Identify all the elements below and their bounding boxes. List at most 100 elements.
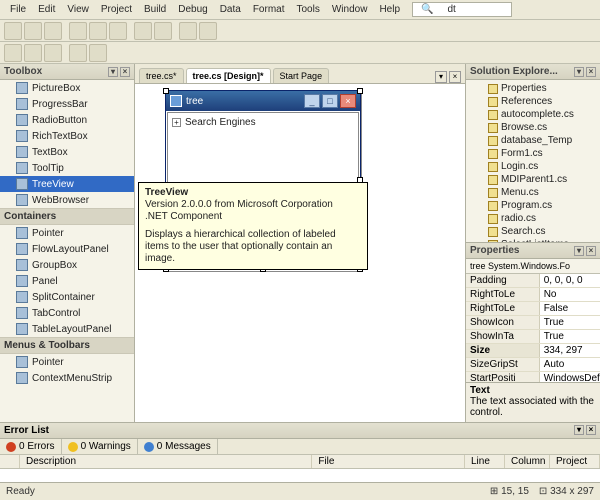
col-file[interactable]: File bbox=[312, 455, 465, 468]
paste-button[interactable] bbox=[109, 22, 127, 40]
toolbox-item-groupbox[interactable]: GroupBox bbox=[0, 257, 134, 273]
menu-data[interactable]: Data bbox=[214, 2, 247, 17]
property-row[interactable]: ShowInTaTrue bbox=[466, 330, 600, 344]
run-button[interactable] bbox=[179, 22, 197, 40]
toolbox-item-treeview[interactable]: TreeView bbox=[0, 176, 134, 192]
toolbox-item-progressbar[interactable]: ProgressBar bbox=[0, 96, 134, 112]
pin-icon[interactable]: ▾ bbox=[574, 246, 584, 256]
col-column[interactable]: Column bbox=[505, 455, 550, 468]
toolbox-category-menus[interactable]: Menus & Toolbars bbox=[0, 337, 134, 354]
solution-item[interactable]: Program.cs bbox=[468, 199, 598, 212]
copy-button[interactable] bbox=[89, 22, 107, 40]
col-line[interactable]: Line bbox=[465, 455, 505, 468]
menu-tools[interactable]: Tools bbox=[291, 2, 326, 17]
solution-item[interactable]: Form1.cs bbox=[468, 147, 598, 160]
save-button[interactable] bbox=[44, 22, 62, 40]
redo-button[interactable] bbox=[154, 22, 172, 40]
pin-icon[interactable]: ▾ bbox=[574, 425, 584, 435]
property-value[interactable]: 0, 0, 0, 0 bbox=[540, 274, 600, 287]
col-description[interactable]: Description bbox=[20, 455, 312, 468]
toolbox-item-splitcontainer[interactable]: SplitContainer bbox=[0, 289, 134, 305]
align-center-button[interactable] bbox=[24, 44, 42, 62]
open-button[interactable] bbox=[24, 22, 42, 40]
messages-filter[interactable]: 0 Messages bbox=[138, 439, 218, 454]
solution-item[interactable]: autocomplete.cs bbox=[468, 108, 598, 121]
toolbox-item-pointer[interactable]: Pointer bbox=[0, 225, 134, 241]
tab-tree-design[interactable]: tree.cs [Design]* bbox=[186, 68, 271, 83]
pin-icon[interactable]: ▾ bbox=[108, 67, 118, 77]
property-value[interactable]: Auto bbox=[540, 358, 600, 371]
snap-button[interactable] bbox=[89, 44, 107, 62]
toolbox-item-picturebox[interactable]: PictureBox bbox=[0, 80, 134, 96]
grid-button[interactable] bbox=[69, 44, 87, 62]
tab-start-page[interactable]: Start Page bbox=[273, 68, 330, 83]
menu-edit[interactable]: Edit bbox=[32, 2, 61, 17]
toolbox-category-containers[interactable]: Containers bbox=[0, 208, 134, 225]
property-value[interactable]: False bbox=[540, 302, 600, 315]
toolbox-item-radiobutton[interactable]: RadioButton bbox=[0, 112, 134, 128]
property-row[interactable]: RightToLeFalse bbox=[466, 302, 600, 316]
toolbox-item-pointer[interactable]: Pointer bbox=[0, 354, 134, 370]
resize-handle[interactable] bbox=[357, 88, 363, 94]
menu-file[interactable]: File bbox=[4, 2, 32, 17]
close-icon[interactable]: × bbox=[340, 94, 356, 108]
close-icon[interactable]: × bbox=[120, 67, 130, 77]
menu-format[interactable]: Format bbox=[247, 2, 291, 17]
col-icon[interactable] bbox=[0, 455, 20, 468]
debug-button[interactable] bbox=[199, 22, 217, 40]
search-input[interactable]: 🔍 dt bbox=[412, 2, 512, 17]
menu-build[interactable]: Build bbox=[138, 2, 172, 17]
warnings-filter[interactable]: 0 Warnings bbox=[62, 439, 138, 454]
toolbox-item-tablelayoutpanel[interactable]: TableLayoutPanel bbox=[0, 321, 134, 337]
maximize-icon[interactable]: □ bbox=[322, 94, 338, 108]
solution-item[interactable]: Properties bbox=[468, 82, 598, 95]
menu-project[interactable]: Project bbox=[95, 2, 138, 17]
solution-item[interactable]: MDIParent1.cs bbox=[468, 173, 598, 186]
close-icon[interactable]: × bbox=[586, 425, 596, 435]
property-object-select[interactable]: tree System.Windows.Fo bbox=[466, 259, 600, 274]
menu-debug[interactable]: Debug bbox=[172, 2, 213, 17]
close-icon[interactable]: × bbox=[586, 246, 596, 256]
toolbox-item-tooltip[interactable]: ToolTip bbox=[0, 160, 134, 176]
solution-item[interactable]: radio.cs bbox=[468, 212, 598, 225]
property-row[interactable]: Padding0, 0, 0, 0 bbox=[466, 274, 600, 288]
toolbox-item-webbrowser[interactable]: WebBrowser bbox=[0, 192, 134, 208]
property-row[interactable]: RightToLeNo bbox=[466, 288, 600, 302]
toolbox-item-textbox[interactable]: TextBox bbox=[0, 144, 134, 160]
expand-icon[interactable]: + bbox=[172, 118, 181, 127]
solution-item[interactable]: Search.cs bbox=[468, 225, 598, 238]
property-value[interactable]: True bbox=[540, 330, 600, 343]
new-button[interactable] bbox=[4, 22, 22, 40]
resize-handle[interactable] bbox=[163, 88, 169, 94]
tab-close-icon[interactable]: × bbox=[449, 71, 461, 83]
align-left-button[interactable] bbox=[4, 44, 22, 62]
col-project[interactable]: Project bbox=[550, 455, 600, 468]
solution-item[interactable]: Browse.cs bbox=[468, 121, 598, 134]
solution-item[interactable]: Menu.cs bbox=[468, 186, 598, 199]
tree-root-node[interactable]: + Search Engines bbox=[172, 117, 354, 128]
toolbox-item-flowlayoutpanel[interactable]: FlowLayoutPanel bbox=[0, 241, 134, 257]
property-value[interactable]: 334, 297 bbox=[540, 344, 600, 357]
errors-filter[interactable]: 0 Errors bbox=[0, 439, 62, 454]
tab-dropdown-icon[interactable]: ▾ bbox=[435, 71, 447, 83]
property-row[interactable]: StartPositiWindowsDef bbox=[466, 372, 600, 382]
toolbox-item-richtextbox[interactable]: RichTextBox bbox=[0, 128, 134, 144]
close-icon[interactable]: × bbox=[586, 67, 596, 77]
toolbox-item-contextmenustrip[interactable]: ContextMenuStrip bbox=[0, 370, 134, 386]
tab-tree-cs[interactable]: tree.cs* bbox=[139, 68, 184, 83]
toolbox-item-panel[interactable]: Panel bbox=[0, 273, 134, 289]
align-right-button[interactable] bbox=[44, 44, 62, 62]
minimize-icon[interactable]: _ bbox=[304, 94, 320, 108]
undo-button[interactable] bbox=[134, 22, 152, 40]
menu-window[interactable]: Window bbox=[326, 2, 374, 17]
toolbox-item-tabcontrol[interactable]: TabControl bbox=[0, 305, 134, 321]
property-row[interactable]: Size334, 297 bbox=[466, 344, 600, 358]
solution-item[interactable]: Login.cs bbox=[468, 160, 598, 173]
cut-button[interactable] bbox=[69, 22, 87, 40]
property-row[interactable]: SizeGripStAuto bbox=[466, 358, 600, 372]
pin-icon[interactable]: ▾ bbox=[574, 67, 584, 77]
solution-item[interactable]: database_Temp bbox=[468, 134, 598, 147]
property-value[interactable]: True bbox=[540, 316, 600, 329]
property-row[interactable]: ShowIconTrue bbox=[466, 316, 600, 330]
property-value[interactable]: No bbox=[540, 288, 600, 301]
